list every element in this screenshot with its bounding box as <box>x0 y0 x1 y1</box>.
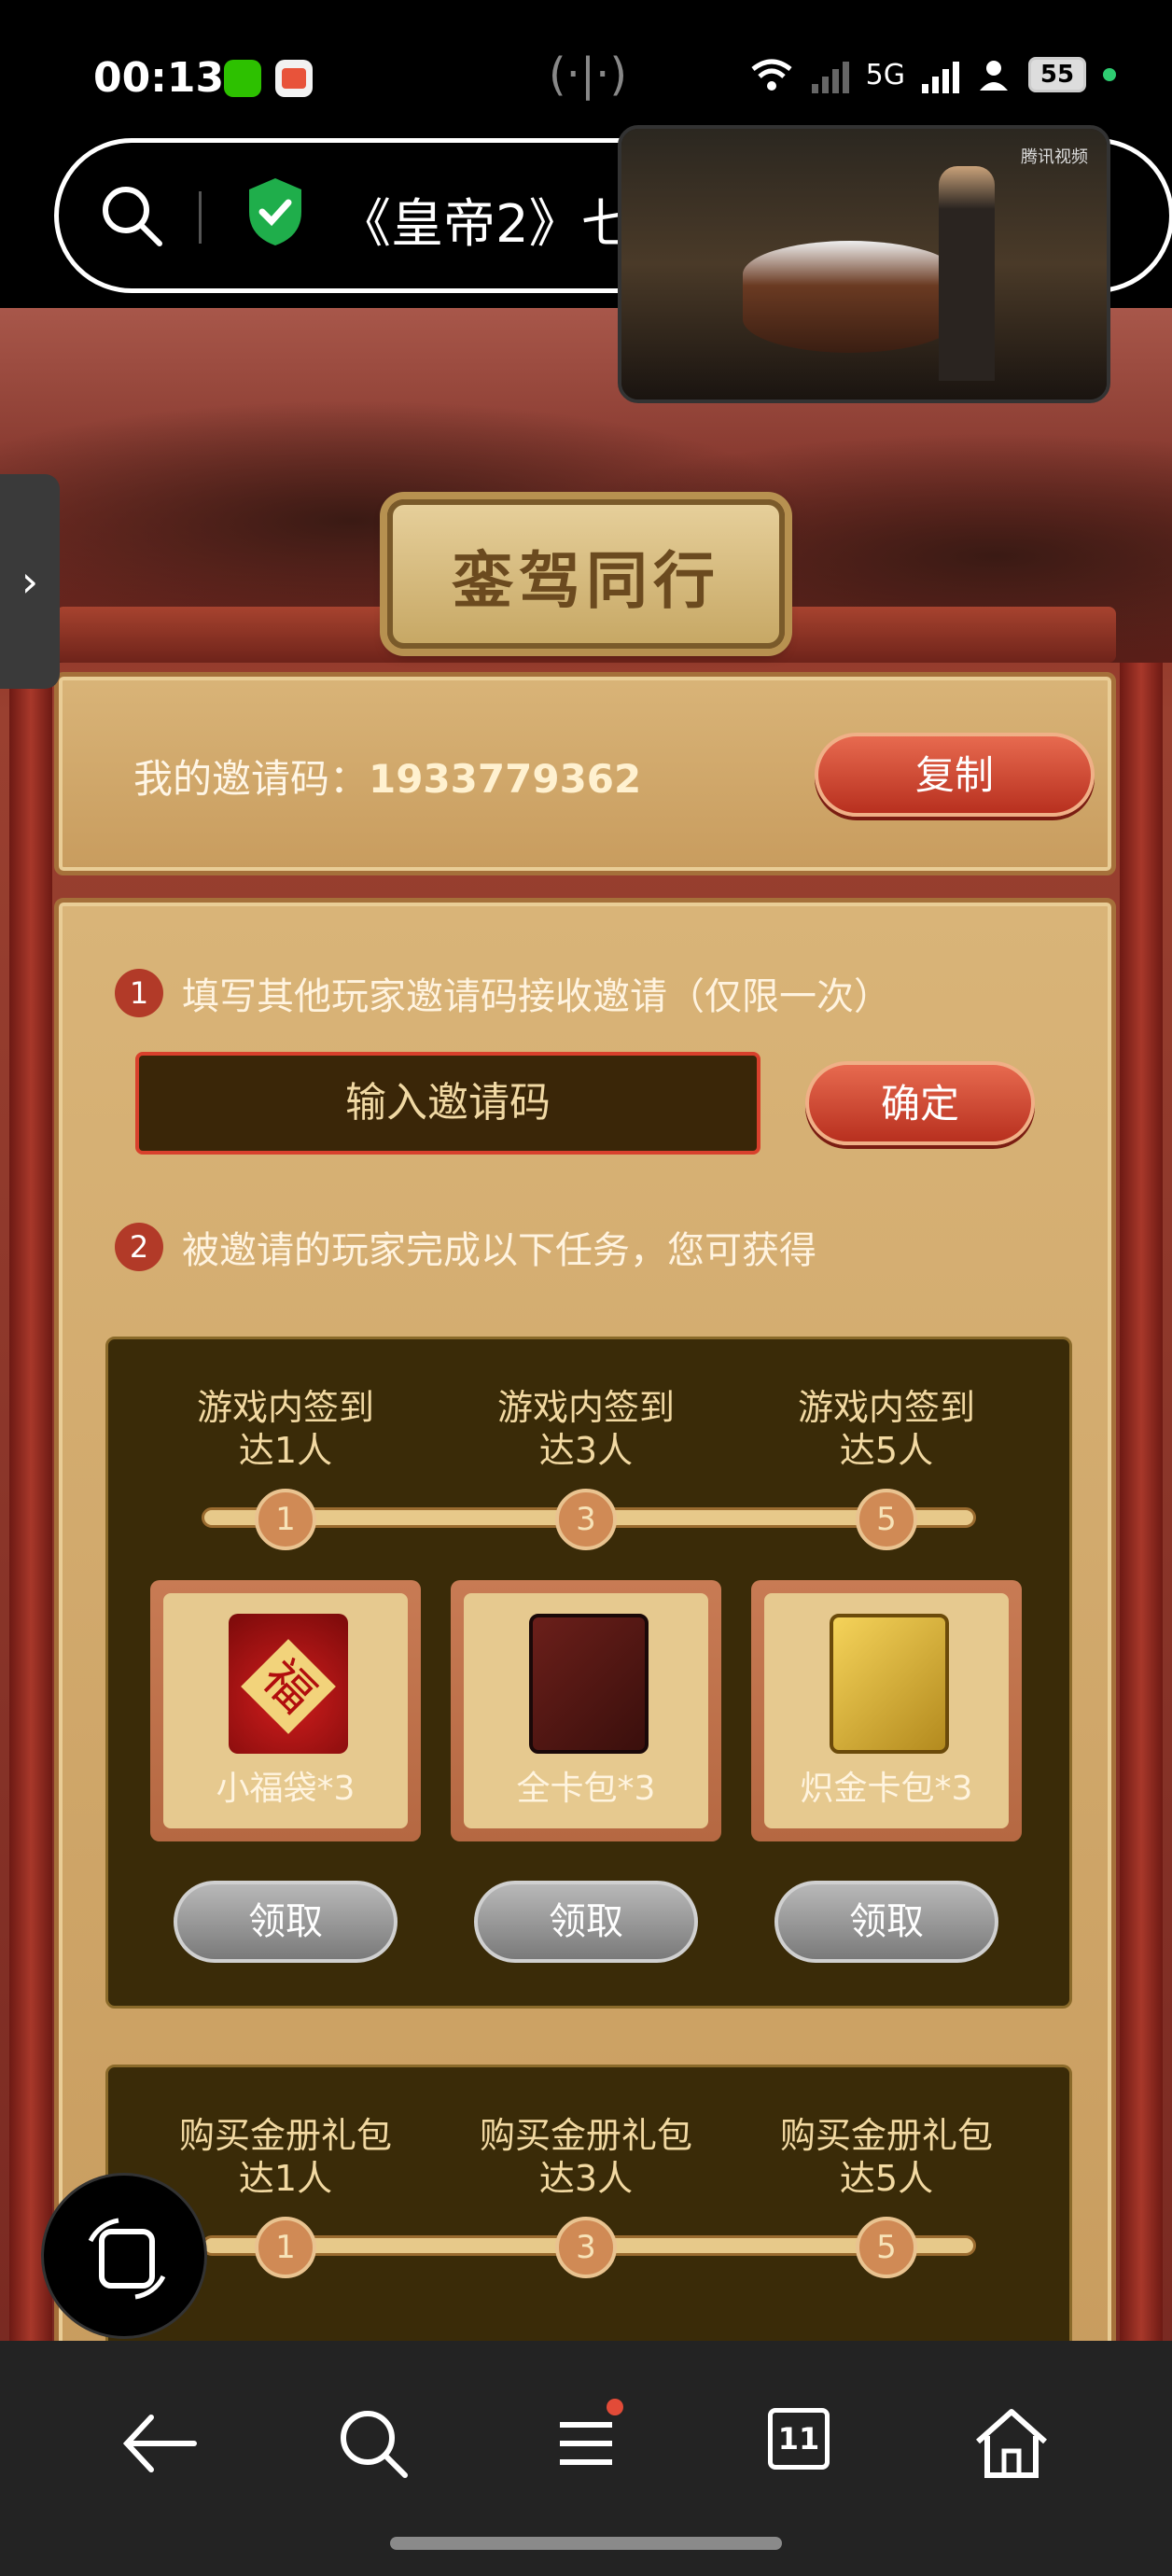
purchase-task-box: 购买金册礼包 达1人 购买金册礼包 达3人 购买金册礼包 达5人 1 3 5 <box>105 2065 1072 2341</box>
back-button[interactable] <box>114 2397 207 2490</box>
milestone-label: 购买金册礼包 达5人 <box>746 2114 1026 2200</box>
privacy-dot-icon <box>1103 68 1116 81</box>
video-scene-figure <box>939 166 995 381</box>
invite-code-panel: 我的邀请码：1933779362 复制 <box>54 672 1116 875</box>
progress-node: 3 <box>555 2217 617 2278</box>
progress-node: 1 <box>255 1489 316 1550</box>
step-2: 2 被邀请的玩家完成以下任务，您可获得 <box>115 1220 816 1274</box>
title-plaque: 銮驾同行 <box>387 499 785 649</box>
progress-node: 5 <box>856 1489 917 1550</box>
invite-code-value: 1933779362 <box>369 756 642 802</box>
wechat-notification-icon <box>224 60 261 97</box>
signin-task-box: 游戏内签到 达1人 游戏内签到 达3人 游戏内签到 达5人 1 3 5 小福袋*… <box>105 1337 1072 2009</box>
progress-node: 1 <box>255 2217 316 2278</box>
reward-card: 炽金卡包*3 <box>751 1580 1022 1841</box>
milestone-line2: 达5人 <box>839 1430 934 1471</box>
contacts-icon <box>980 61 1008 91</box>
web-content: 銮驾同行 我的邀请码：1933779362 复制 1 填写其他玩家邀请码接收邀请… <box>0 308 1172 2341</box>
status-indicators: 5G 55 <box>748 56 1116 93</box>
invite-code-row: 我的邀请码：1933779362 <box>133 748 641 805</box>
address-divider <box>199 191 202 244</box>
card-pack-icon <box>529 1614 649 1754</box>
milestone-label: 购买金册礼包 达3人 <box>446 2114 726 2200</box>
invite-tasks-panel: 1 填写其他玩家邀请码接收邀请（仅限一次） 输入邀请码 确定 2 被邀请的玩家完… <box>54 898 1116 2341</box>
milestone-line1: 游戏内签到 <box>496 1387 675 1428</box>
milestone-label: 游戏内签到 达3人 <box>446 1386 726 1472</box>
reward-name: 小福袋*3 <box>216 1770 356 1808</box>
search-icon <box>341 2411 408 2478</box>
reward-name: 全卡包*3 <box>516 1770 656 1808</box>
milestone-label: 游戏内签到 达5人 <box>746 1386 1026 1472</box>
rotate-screen-icon <box>88 2218 166 2300</box>
game-notification-icon <box>275 60 313 97</box>
milestone-line1: 游戏内签到 <box>797 1387 975 1428</box>
gold-card-pack-icon <box>830 1614 949 1754</box>
milestone-line2: 达1人 <box>238 1430 333 1471</box>
milestone-line2: 达5人 <box>839 2158 934 2199</box>
milestone-line2: 达3人 <box>538 1430 634 1471</box>
url-text[interactable]: 《皇帝2》七 <box>339 182 634 258</box>
search-button[interactable] <box>327 2397 420 2490</box>
step-2-text: 被邀请的玩家完成以下任务，您可获得 <box>182 1229 816 1272</box>
reward-card: 小福袋*3 <box>150 1580 421 1841</box>
back-arrow-icon <box>122 2415 197 2472</box>
step-2-number: 2 <box>115 1223 163 1271</box>
milestone-line2: 达3人 <box>538 2158 634 2199</box>
claim-button[interactable]: 领取 <box>474 1881 698 1963</box>
network-type: 5G <box>865 58 905 91</box>
side-panel-toggle[interactable]: › <box>0 474 60 689</box>
menu-button[interactable] <box>539 2397 633 2490</box>
milestone-line1: 购买金册礼包 <box>479 2115 692 2156</box>
notification-dot <box>607 2399 623 2415</box>
step-1-number: 1 <box>115 969 163 1017</box>
dynamic-island-icon: (·|·) <box>548 49 628 101</box>
milestone-line1: 购买金册礼包 <box>779 2115 993 2156</box>
claim-button[interactable]: 领取 <box>174 1881 398 1963</box>
chevron-right-icon: › <box>21 556 39 607</box>
home-button[interactable] <box>965 2397 1058 2490</box>
tabs-count: 11 <box>768 2408 830 2470</box>
reward-card: 全卡包*3 <box>451 1580 721 1841</box>
video-logo: 腾讯视频 <box>1021 147 1088 167</box>
left-pillar <box>9 663 52 2341</box>
tabs-button[interactable]: 11 <box>752 2397 845 2490</box>
security-shield-icon[interactable] <box>245 176 305 247</box>
milestone-line1: 游戏内签到 <box>196 1387 374 1428</box>
invite-code-label: 我的邀请码： <box>133 756 370 802</box>
floating-video-player[interactable]: 腾讯视频 <box>618 125 1110 403</box>
gesture-home-bar[interactable] <box>390 2537 782 2550</box>
search-icon[interactable] <box>96 180 167 251</box>
lucky-bag-icon <box>229 1614 348 1754</box>
confirm-button[interactable]: 确定 <box>805 1061 1035 1145</box>
invite-code-input[interactable]: 输入邀请码 <box>135 1052 760 1155</box>
step-1-text: 填写其他玩家邀请码接收邀请（仅限一次） <box>182 975 891 1018</box>
battery-indicator: 55 <box>1028 57 1086 92</box>
reward-name: 炽金卡包*3 <box>800 1770 973 1808</box>
right-pillar <box>1120 663 1163 2341</box>
milestone-line1: 购买金册礼包 <box>178 2115 392 2156</box>
status-time: 00:13 <box>93 54 225 102</box>
video-scene-tub <box>743 241 957 353</box>
signal-sim2-icon <box>922 56 959 93</box>
home-icon <box>976 2409 1047 2478</box>
wifi-icon <box>751 59 792 91</box>
claim-button[interactable]: 领取 <box>774 1881 998 1963</box>
milestone-label: 游戏内签到 达1人 <box>146 1386 426 1472</box>
step-1: 1 填写其他玩家邀请码接收邀请（仅限一次） <box>115 966 891 1020</box>
copy-button[interactable]: 复制 <box>815 733 1095 817</box>
page-title: 銮驾同行 <box>452 544 720 617</box>
signal-sim1-icon <box>811 56 849 93</box>
progress-node: 5 <box>856 2217 917 2278</box>
progress-node: 3 <box>555 1489 617 1550</box>
floating-action-button[interactable] <box>41 2173 207 2339</box>
